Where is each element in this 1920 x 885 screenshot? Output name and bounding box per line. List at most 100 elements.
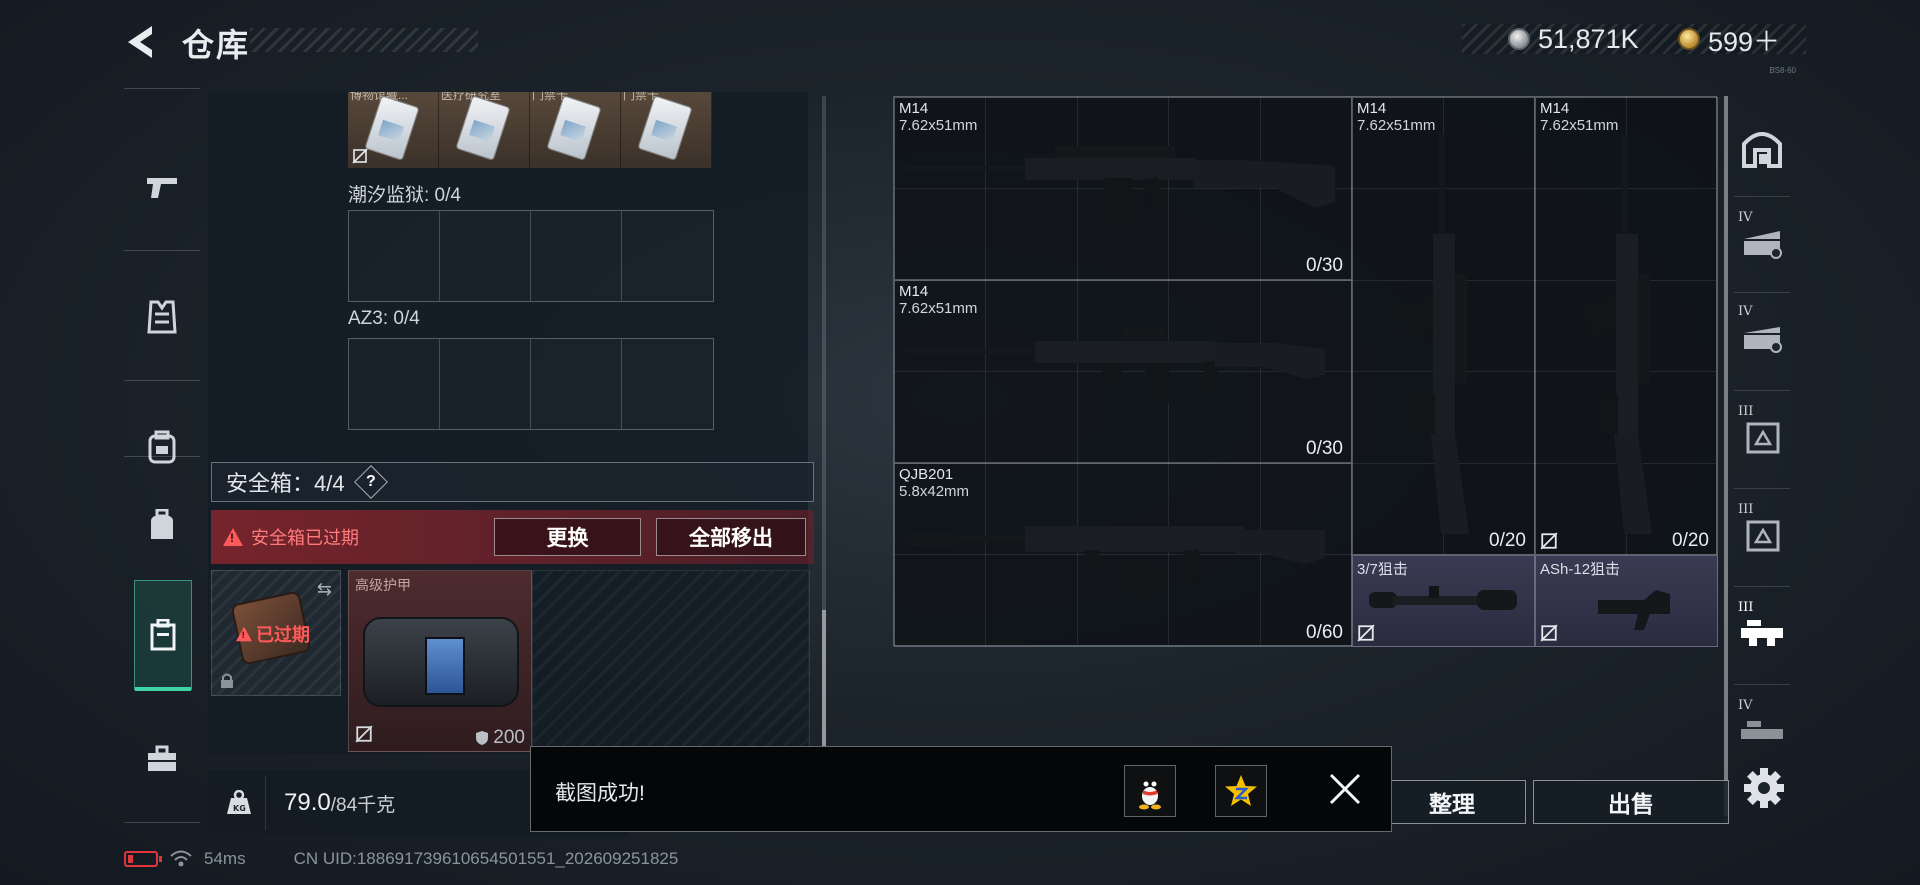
sort-button[interactable]: 整理 bbox=[1378, 780, 1526, 824]
scope-icon bbox=[1369, 586, 1517, 610]
key-item[interactable]: 门禁卡 bbox=[621, 92, 712, 168]
gold-amount: 599＋ bbox=[1708, 26, 1781, 57]
keycard-icon bbox=[637, 95, 693, 161]
filter-tier-iv-case[interactable]: IV bbox=[1732, 686, 1792, 774]
filter-tier-iii-weapon[interactable]: III bbox=[1732, 588, 1792, 676]
keycard-icon bbox=[455, 95, 511, 161]
sidebar-item-pistol[interactable] bbox=[124, 132, 200, 242]
rifle-icon bbox=[1399, 134, 1469, 534]
rifle-icon bbox=[1582, 134, 1652, 534]
help-button[interactable]: ? bbox=[353, 465, 388, 499]
attachment-item[interactable]: ASh-12狙击 bbox=[1535, 555, 1718, 647]
silver-coin-icon bbox=[1508, 28, 1530, 50]
weight-current: 79.0 bbox=[284, 789, 331, 816]
filter-tier-iii-armor[interactable]: III bbox=[1732, 392, 1792, 480]
key-items-row: 博物馆藏... 医疗研究室 门禁卡 门禁卡 bbox=[348, 92, 712, 168]
filter-tier-iv-item[interactable]: IV bbox=[1732, 198, 1792, 286]
key-item[interactable]: 博物馆藏... bbox=[348, 92, 439, 168]
crate-icon bbox=[1746, 520, 1780, 552]
share-qq-button[interactable] bbox=[1124, 765, 1176, 817]
sidebar-item-safebox[interactable] bbox=[134, 580, 192, 691]
gold-coin-icon bbox=[1678, 28, 1700, 50]
move-all-button[interactable]: 全部移出 bbox=[656, 518, 806, 556]
toast-message: 截图成功! bbox=[555, 782, 645, 805]
replace-button[interactable]: 更换 bbox=[494, 518, 641, 556]
rifle-icon bbox=[905, 327, 1325, 403]
screenshot-toast: 截图成功! bbox=[530, 746, 1392, 832]
armor-durability: 200 bbox=[475, 727, 525, 749]
safebox-expired-badge: 已过期 bbox=[234, 621, 310, 647]
share-qzone-button[interactable] bbox=[1215, 765, 1267, 817]
qzone-star-icon bbox=[1225, 775, 1257, 806]
armor-icon bbox=[363, 617, 519, 707]
page-title: 仓库 bbox=[182, 27, 251, 63]
key-item[interactable]: 医疗研究室 bbox=[439, 92, 530, 168]
sidebar-item-toolbox[interactable] bbox=[124, 704, 200, 814]
weapon-item[interactable]: M14 7.62x51mm 0/20 bbox=[1535, 97, 1718, 555]
keycard-icon bbox=[546, 95, 602, 161]
weapon-item[interactable]: M14 7.62x51mm 0/30 bbox=[894, 280, 1352, 463]
swap-icon[interactable]: ⇆ bbox=[317, 579, 332, 600]
close-button[interactable] bbox=[1325, 769, 1365, 809]
expired-message: 安全箱已过期 bbox=[251, 528, 359, 548]
az3-label: AZ3: 0/4 bbox=[348, 308, 420, 329]
vest-icon bbox=[147, 300, 177, 334]
weapon-item[interactable]: M14 7.62x51mm 0/20 bbox=[1352, 97, 1535, 555]
attachment-item[interactable]: 3/7狙击 bbox=[1352, 555, 1535, 647]
safebox-expired-bar: 安全箱已过期 更换 全部移出 bbox=[211, 510, 814, 564]
rifle-icon bbox=[905, 146, 1335, 220]
empty-slot[interactable] bbox=[622, 339, 713, 429]
empty-slot[interactable] bbox=[440, 339, 531, 429]
armor-name: 高级护甲 bbox=[355, 577, 411, 593]
battery-icon bbox=[124, 851, 162, 867]
gold-currency[interactable]: 599＋ bbox=[1678, 24, 1780, 57]
safebox-slot[interactable]: 已过期 ⇆ bbox=[211, 570, 341, 696]
silver-amount: 51,871K bbox=[1538, 23, 1639, 54]
key-item[interactable]: 门禁卡 bbox=[530, 92, 621, 168]
warning-icon bbox=[236, 626, 252, 642]
version-code: BS8-60 bbox=[1769, 66, 1796, 75]
container-icon bbox=[1744, 231, 1782, 259]
weight-icon: KG bbox=[212, 776, 266, 830]
no-bring-icon bbox=[1540, 624, 1558, 642]
filter-all[interactable] bbox=[1732, 104, 1792, 192]
sidebar-item-bag[interactable] bbox=[124, 470, 200, 580]
filter-tier-iv-rifle[interactable]: IV bbox=[1732, 292, 1792, 380]
pistol-icon bbox=[147, 178, 177, 198]
tidal-prison-label: 潮汐监狱: 0/4 bbox=[348, 185, 461, 206]
bag-icon bbox=[151, 509, 173, 539]
empty-slot[interactable] bbox=[531, 211, 622, 301]
az3-slots bbox=[348, 338, 714, 430]
sell-button[interactable]: 出售 bbox=[1533, 780, 1729, 824]
empty-slot[interactable] bbox=[440, 211, 531, 301]
right-sidebar: IV IV III III III IV bbox=[1724, 96, 1794, 836]
status-bar: 54ms CN UID:1886917396106545015​51_20260… bbox=[124, 846, 924, 872]
weapon-item[interactable]: M14 7.62x51mm 0/30 bbox=[894, 97, 1352, 280]
container-icon bbox=[1744, 327, 1782, 353]
no-bring-icon bbox=[352, 148, 368, 164]
weapon-case-icon bbox=[1741, 620, 1783, 646]
back-arrow-icon bbox=[128, 26, 152, 58]
left-scrollbar-thumb[interactable] bbox=[822, 610, 826, 750]
wifi-icon bbox=[170, 850, 192, 867]
armor-empty-area bbox=[532, 570, 810, 752]
filter-tier-iii-box[interactable]: III bbox=[1732, 490, 1792, 578]
empty-slot[interactable] bbox=[622, 211, 713, 301]
weapon-grid: M14 7.62x51mm 0/30 M14 7.62x51mm 0/30 QJ… bbox=[893, 96, 1718, 647]
warehouse-icon bbox=[1742, 132, 1782, 168]
no-bring-icon bbox=[355, 725, 373, 743]
armor-item[interactable]: 高级护甲 200 bbox=[348, 570, 532, 752]
rifle-icon bbox=[905, 526, 1325, 598]
empty-slot[interactable] bbox=[349, 339, 440, 429]
settings-button[interactable] bbox=[1742, 766, 1786, 810]
sidebar-item-vest[interactable] bbox=[124, 262, 200, 372]
keycard-icon bbox=[364, 95, 420, 161]
svg-text:KG: KG bbox=[233, 804, 246, 813]
empty-slot[interactable] bbox=[531, 339, 622, 429]
empty-slot[interactable] bbox=[349, 211, 440, 301]
weapon-item[interactable]: QJB201 5.8x42mm 0/60 bbox=[894, 463, 1352, 647]
back-button[interactable] bbox=[122, 22, 164, 62]
user-uid: CN UID:1886917396106545015​51_2026092518… bbox=[293, 849, 679, 868]
left-sidebar bbox=[124, 88, 200, 828]
close-icon bbox=[1329, 773, 1361, 805]
